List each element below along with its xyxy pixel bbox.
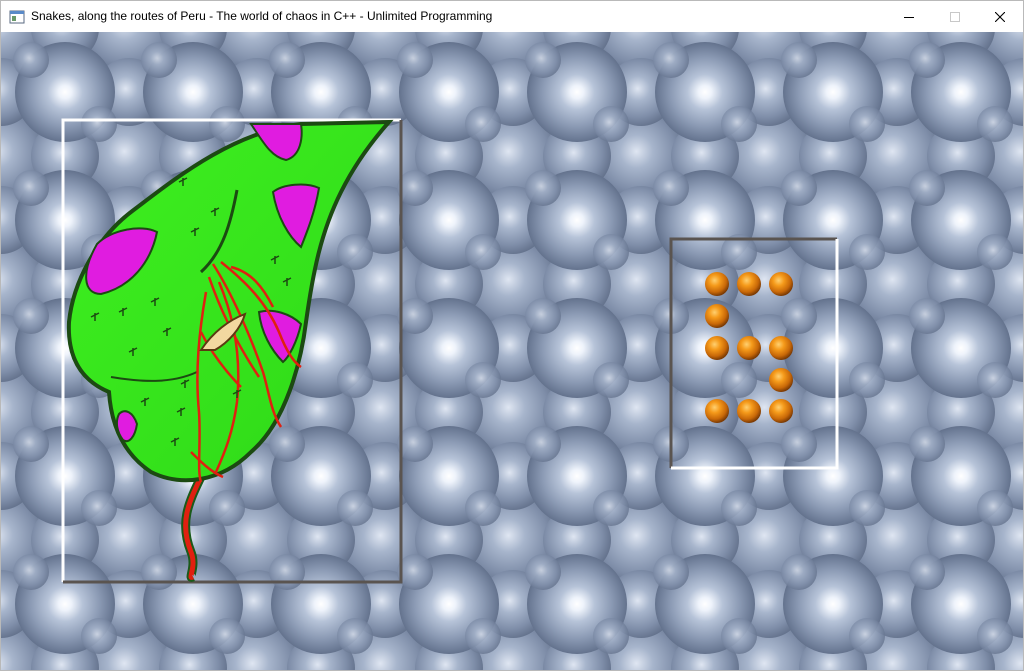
close-icon	[995, 11, 1005, 22]
minimize-icon	[904, 16, 914, 18]
window-title: Snakes, along the routes of Peru - The w…	[31, 9, 493, 23]
ball	[737, 399, 761, 423]
ball	[737, 272, 761, 296]
app-icon	[9, 10, 25, 24]
ball	[705, 336, 729, 360]
ball	[737, 336, 761, 360]
ball	[769, 368, 793, 392]
ball	[769, 399, 793, 423]
ball	[705, 304, 729, 328]
game-window: Snakes, along the routes of Peru - The w…	[0, 0, 1024, 671]
minimize-button[interactable]	[886, 1, 932, 32]
digit-five-balls	[705, 272, 793, 423]
ball	[769, 336, 793, 360]
game-scene	[1, 32, 1023, 670]
ball	[705, 399, 729, 423]
ball	[769, 272, 793, 296]
game-canvas[interactable]	[1, 32, 1023, 670]
close-button[interactable]	[977, 1, 1023, 32]
ball	[705, 272, 729, 296]
maximize-button[interactable]	[932, 1, 978, 32]
maximize-icon	[950, 11, 960, 22]
title-bar[interactable]: Snakes, along the routes of Peru - The w…	[1, 1, 1023, 32]
